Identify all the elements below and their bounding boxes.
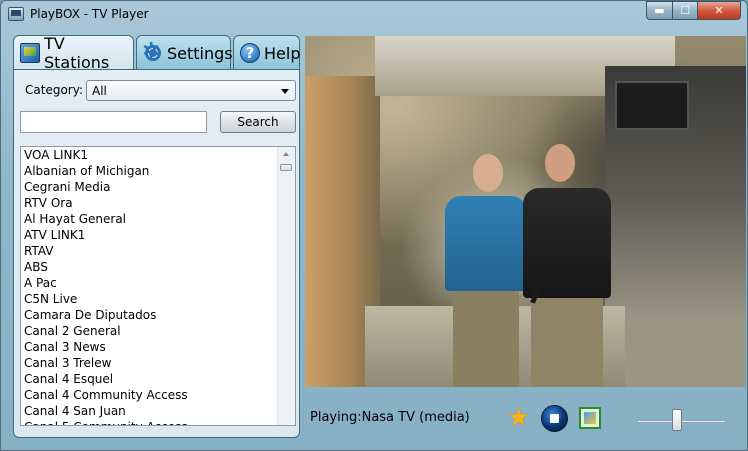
tab-label: TV Stations bbox=[44, 34, 110, 72]
station-list-item[interactable]: A Pac bbox=[24, 275, 188, 291]
app-window: PlayBOX - TV Player ▬ ☐ ✕ TV Stations Se… bbox=[0, 0, 748, 451]
station-list-items: VOA LINK1 Albanian of Michigan Cegrani Med… bbox=[24, 147, 188, 425]
minimize-button[interactable]: ▬ bbox=[646, 1, 672, 20]
tab-label: Settings bbox=[167, 43, 233, 63]
tab-tv-stations[interactable]: TV Stations bbox=[13, 34, 134, 72]
tab-settings[interactable]: Settings bbox=[136, 35, 233, 70]
station-list-item[interactable]: Al Hayat General bbox=[24, 211, 188, 227]
fullscreen-film-icon[interactable] bbox=[579, 407, 601, 429]
gear-icon bbox=[142, 39, 163, 64]
video-scene-monitor bbox=[615, 81, 689, 130]
video-person-right-head bbox=[545, 144, 575, 182]
video-person-left-body bbox=[445, 196, 527, 291]
station-list-item[interactable]: VOA LINK1 bbox=[24, 147, 188, 163]
station-list-item[interactable]: ATV LINK1 bbox=[24, 227, 188, 243]
window-controls: ▬ ☐ ✕ bbox=[646, 1, 741, 21]
scroll-thumb[interactable] bbox=[280, 164, 292, 171]
title-bar[interactable]: PlayBOX - TV Player ▬ ☐ ✕ bbox=[1, 1, 747, 29]
station-list-item[interactable]: Canal 3 Trelew bbox=[24, 355, 188, 371]
close-button[interactable]: ✕ bbox=[697, 1, 741, 20]
video-person-left-legs bbox=[453, 291, 519, 387]
category-value: All bbox=[92, 84, 107, 98]
station-list[interactable]: VOA LINK1 Albanian of Michigan Cegrani Med… bbox=[20, 146, 296, 426]
volume-slider-thumb[interactable] bbox=[672, 409, 683, 431]
station-list-item[interactable]: Canal 4 Community Access bbox=[24, 387, 188, 403]
tab-label: Help bbox=[264, 43, 301, 63]
station-list-item[interactable]: Cegrani Media bbox=[24, 179, 188, 195]
station-list-item[interactable]: RTV Ora bbox=[24, 195, 188, 211]
search-input[interactable] bbox=[20, 111, 207, 133]
station-list-item[interactable]: Canal 3 News bbox=[24, 339, 188, 355]
station-list-item[interactable]: Canal 2 General bbox=[24, 323, 188, 339]
list-scrollbar[interactable] bbox=[277, 147, 295, 425]
stations-panel: Category: All Search VOA LINK1 Albanian o… bbox=[13, 69, 300, 438]
tab-help[interactable]: ? Help bbox=[233, 35, 300, 70]
video-person-left-head bbox=[473, 154, 503, 192]
window-title: PlayBOX - TV Player bbox=[30, 7, 149, 21]
maximize-button[interactable]: ☐ bbox=[672, 1, 697, 20]
video-display[interactable] bbox=[305, 36, 746, 387]
app-icon bbox=[8, 7, 24, 21]
favorite-star-icon[interactable]: ★ bbox=[507, 405, 533, 431]
search-button[interactable]: Search bbox=[220, 111, 296, 133]
tv-icon bbox=[20, 43, 40, 63]
station-list-item[interactable]: Canal 5 Community Access bbox=[24, 419, 188, 425]
category-select[interactable]: All bbox=[86, 80, 296, 101]
station-list-item[interactable]: C5N Live bbox=[24, 291, 188, 307]
now-playing-status: Playing:Nasa TV (media) bbox=[310, 410, 470, 425]
station-list-item[interactable]: Camara De Diputados bbox=[24, 307, 188, 323]
station-list-item[interactable]: Canal 4 San Juan bbox=[24, 403, 188, 419]
scroll-up-arrow-icon[interactable] bbox=[283, 152, 289, 156]
video-person-right-body bbox=[523, 188, 611, 298]
chevron-down-icon bbox=[281, 89, 289, 94]
stop-button-icon[interactable] bbox=[541, 405, 568, 432]
category-label: Category: bbox=[25, 83, 83, 97]
video-person-right-legs bbox=[531, 298, 603, 387]
station-list-item[interactable]: Canal 4 Esquel bbox=[24, 371, 188, 387]
station-list-item[interactable]: RTAV bbox=[24, 243, 188, 259]
help-icon: ? bbox=[240, 43, 260, 63]
station-list-item[interactable]: Albanian of Michigan bbox=[24, 163, 188, 179]
station-list-item[interactable]: ABS bbox=[24, 259, 188, 275]
